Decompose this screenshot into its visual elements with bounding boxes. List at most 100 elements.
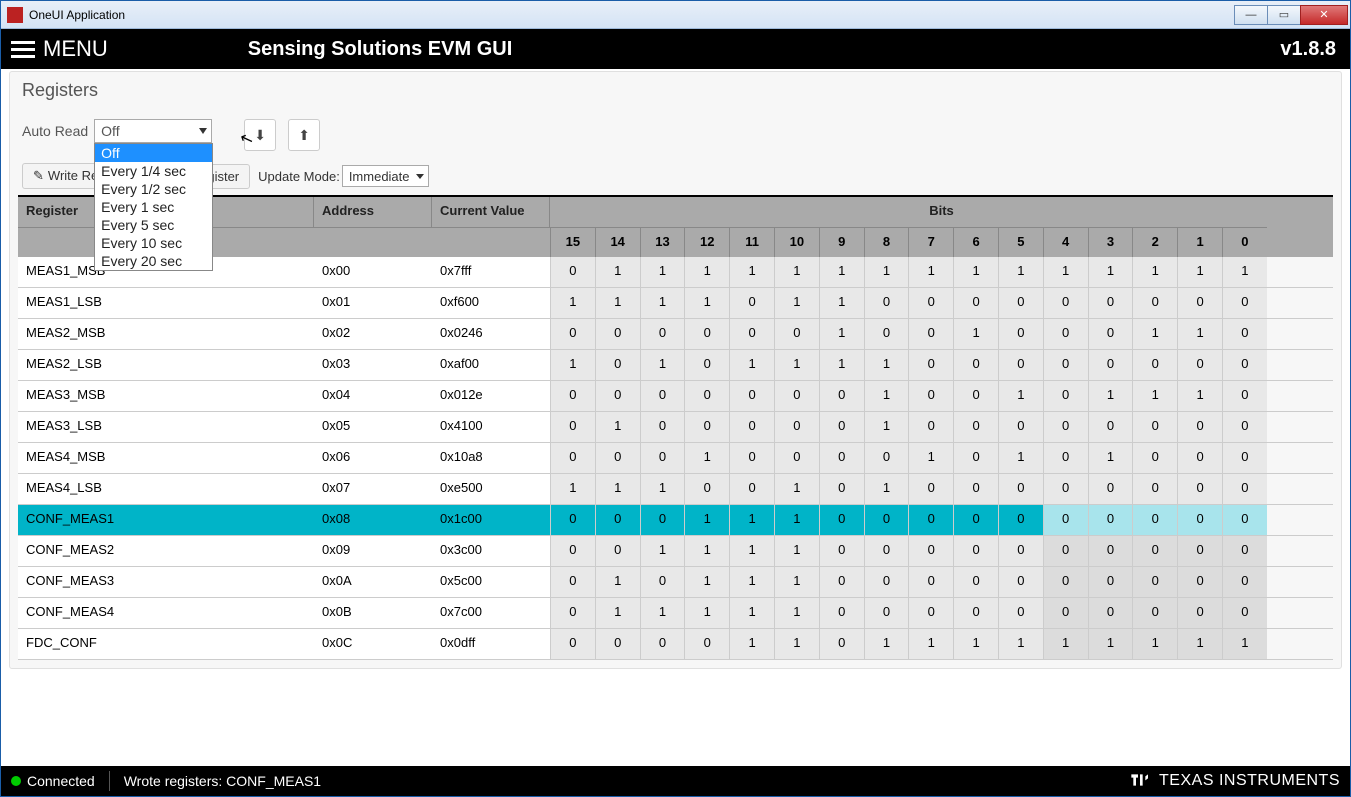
bit-cell[interactable]: 0 — [1043, 319, 1088, 349]
bit-cell[interactable]: 0 — [1043, 567, 1088, 597]
close-button[interactable]: ✕ — [1300, 5, 1348, 25]
bit-cell[interactable]: 0 — [953, 474, 998, 504]
bit-cell[interactable]: 1 — [908, 257, 953, 287]
bit-cell[interactable]: 1 — [684, 288, 729, 318]
bit-cell[interactable]: 0 — [1088, 505, 1133, 535]
bit-cell[interactable]: 1 — [550, 288, 595, 318]
bit-cell[interactable]: 1 — [1177, 319, 1222, 349]
bit-cell[interactable]: 0 — [1088, 598, 1133, 628]
bit-cell[interactable]: 0 — [729, 443, 774, 473]
bit-cell[interactable]: 0 — [998, 319, 1043, 349]
bit-cell[interactable]: 0 — [640, 567, 685, 597]
bit-cell[interactable]: 0 — [729, 319, 774, 349]
table-row[interactable]: MEAS2_MSB0x020x02460000001001000110 — [18, 319, 1333, 350]
bit-cell[interactable]: 0 — [1177, 536, 1222, 566]
bit-cell[interactable]: 1 — [684, 567, 729, 597]
bit-cell[interactable]: 1 — [998, 629, 1043, 659]
bit-cell[interactable]: 0 — [550, 567, 595, 597]
bit-cell[interactable]: 1 — [864, 629, 909, 659]
bit-cell[interactable]: 0 — [1132, 443, 1177, 473]
bit-cell[interactable]: 0 — [908, 536, 953, 566]
bit-cell[interactable]: 1 — [684, 598, 729, 628]
bit-cell[interactable]: 0 — [729, 288, 774, 318]
bit-cell[interactable]: 0 — [864, 319, 909, 349]
bit-cell[interactable]: 0 — [1222, 536, 1267, 566]
download-button[interactable]: ⬇ — [244, 119, 276, 151]
bit-cell[interactable]: 0 — [864, 598, 909, 628]
table-row[interactable]: FDC_CONF0x0C0x0dff0000110111111111 — [18, 629, 1333, 660]
bit-cell[interactable]: 1 — [640, 474, 685, 504]
bit-cell[interactable]: 1 — [819, 257, 864, 287]
bit-cell[interactable]: 0 — [729, 412, 774, 442]
bit-cell[interactable]: 0 — [819, 474, 864, 504]
bit-cell[interactable]: 0 — [595, 350, 640, 380]
bit-cell[interactable]: 0 — [819, 629, 864, 659]
bit-cell[interactable]: 0 — [684, 629, 729, 659]
bit-cell[interactable]: 1 — [908, 443, 953, 473]
bit-cell[interactable]: 0 — [1088, 567, 1133, 597]
bit-cell[interactable]: 0 — [640, 319, 685, 349]
bit-cell[interactable]: 1 — [1043, 629, 1088, 659]
bit-cell[interactable]: 0 — [550, 257, 595, 287]
bit-cell[interactable]: 1 — [1177, 257, 1222, 287]
bit-cell[interactable]: 1 — [774, 257, 819, 287]
bit-cell[interactable]: 0 — [819, 567, 864, 597]
bit-cell[interactable]: 0 — [1177, 474, 1222, 504]
bit-cell[interactable]: 0 — [774, 319, 819, 349]
bit-cell[interactable]: 0 — [774, 443, 819, 473]
bit-cell[interactable]: 0 — [908, 319, 953, 349]
bit-cell[interactable]: 0 — [550, 319, 595, 349]
upload-button[interactable]: ⬆ — [288, 119, 320, 151]
bit-cell[interactable]: 0 — [864, 536, 909, 566]
bit-cell[interactable]: 0 — [953, 505, 998, 535]
bit-cell[interactable]: 1 — [729, 536, 774, 566]
bit-cell[interactable]: 0 — [1222, 412, 1267, 442]
bit-cell[interactable]: 1 — [819, 350, 864, 380]
bit-cell[interactable]: 1 — [550, 350, 595, 380]
bit-cell[interactable]: 0 — [1222, 505, 1267, 535]
bit-cell[interactable]: 0 — [595, 319, 640, 349]
bit-cell[interactable]: 0 — [1088, 536, 1133, 566]
bit-cell[interactable]: 0 — [1222, 443, 1267, 473]
bit-cell[interactable]: 0 — [1043, 288, 1088, 318]
bit-cell[interactable]: 1 — [998, 381, 1043, 411]
bit-cell[interactable]: 0 — [1088, 474, 1133, 504]
bit-cell[interactable]: 1 — [1088, 629, 1133, 659]
bit-cell[interactable]: 1 — [1177, 629, 1222, 659]
bit-cell[interactable]: 0 — [550, 505, 595, 535]
bit-cell[interactable]: 0 — [908, 381, 953, 411]
bit-cell[interactable]: 0 — [595, 505, 640, 535]
bit-cell[interactable]: 0 — [550, 536, 595, 566]
bit-cell[interactable]: 0 — [908, 350, 953, 380]
bit-cell[interactable]: 0 — [1132, 288, 1177, 318]
update-mode-select[interactable]: Immediate — [342, 165, 429, 187]
bit-cell[interactable]: 1 — [1132, 257, 1177, 287]
bit-cell[interactable]: 0 — [729, 381, 774, 411]
bit-cell[interactable]: 1 — [774, 288, 819, 318]
bit-cell[interactable]: 0 — [1177, 443, 1222, 473]
bit-cell[interactable]: 0 — [684, 319, 729, 349]
bit-cell[interactable]: 0 — [550, 629, 595, 659]
bit-cell[interactable]: 0 — [1088, 412, 1133, 442]
bit-cell[interactable]: 1 — [595, 257, 640, 287]
bit-cell[interactable]: 0 — [684, 474, 729, 504]
bit-cell[interactable]: 0 — [550, 381, 595, 411]
bit-cell[interactable]: 1 — [998, 443, 1043, 473]
bit-cell[interactable]: 0 — [1222, 567, 1267, 597]
bit-cell[interactable]: 1 — [684, 443, 729, 473]
bit-cell[interactable]: 1 — [864, 257, 909, 287]
bit-cell[interactable]: 0 — [1177, 505, 1222, 535]
bit-cell[interactable]: 1 — [550, 474, 595, 504]
bit-cell[interactable]: 1 — [819, 288, 864, 318]
bit-cell[interactable]: 1 — [1132, 381, 1177, 411]
table-row[interactable]: CONF_MEAS40x0B0x7c000111110000000000 — [18, 598, 1333, 629]
bit-cell[interactable]: 0 — [819, 598, 864, 628]
table-row[interactable]: CONF_MEAS20x090x3c000011110000000000 — [18, 536, 1333, 567]
bit-cell[interactable]: 0 — [908, 567, 953, 597]
bit-cell[interactable]: 1 — [998, 257, 1043, 287]
bit-cell[interactable]: 0 — [819, 505, 864, 535]
bit-cell[interactable]: 0 — [864, 567, 909, 597]
bit-cell[interactable]: 1 — [953, 629, 998, 659]
bit-cell[interactable]: 1 — [774, 567, 819, 597]
bit-cell[interactable]: 0 — [998, 598, 1043, 628]
